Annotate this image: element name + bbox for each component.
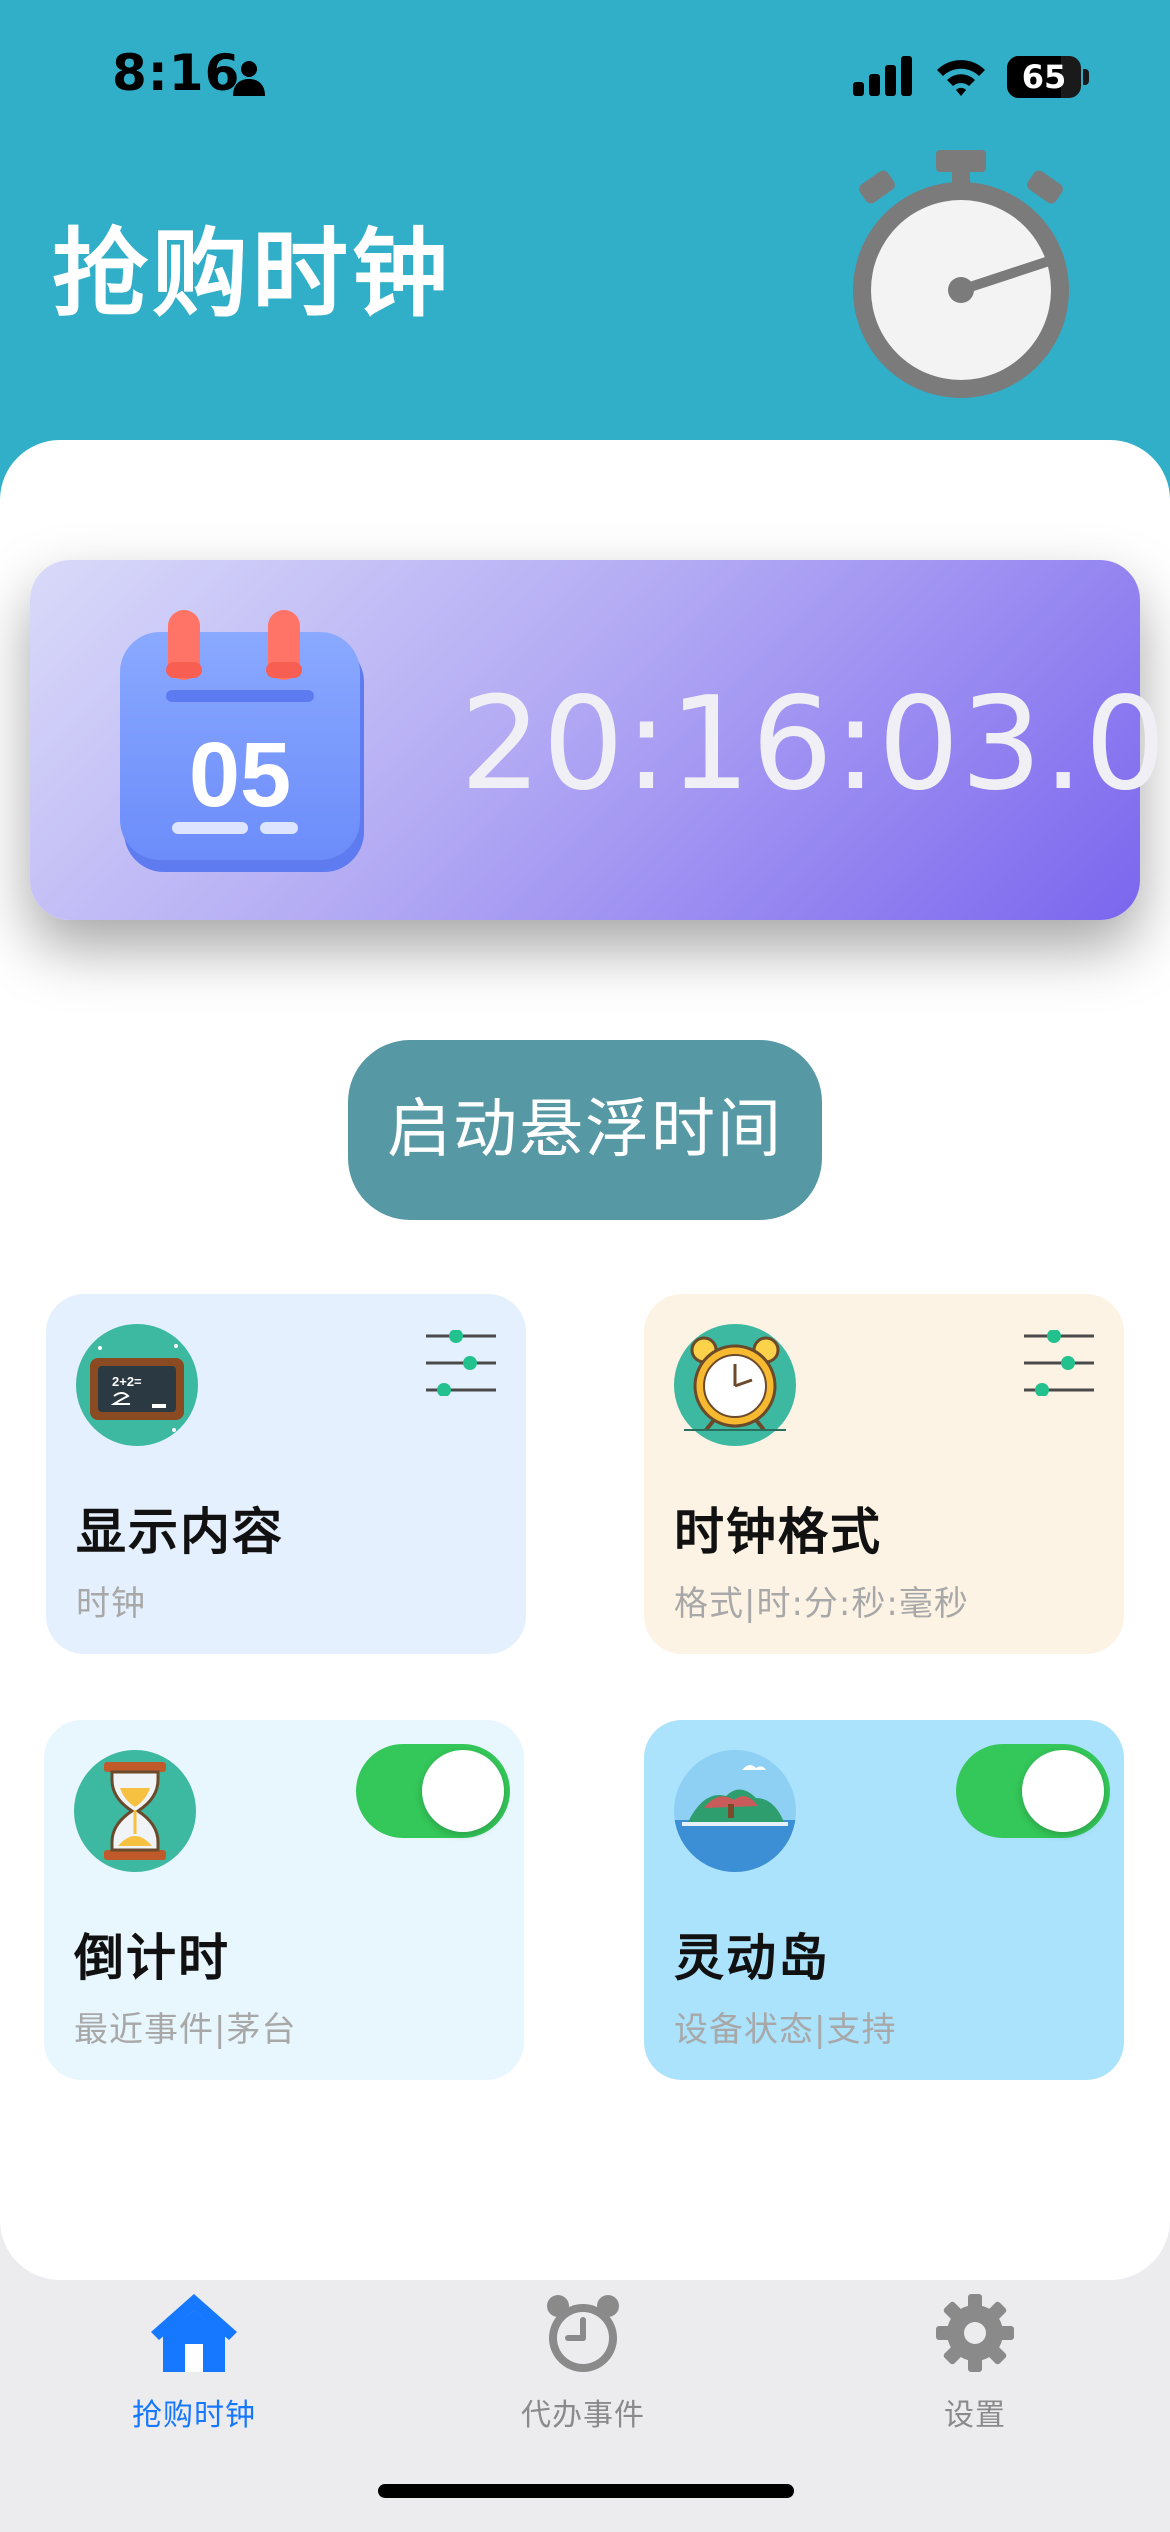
hourglass-icon: [74, 1750, 196, 1872]
home-icon: [151, 2294, 237, 2372]
tile-subtitle: 最近事件|茅台: [74, 2010, 297, 2050]
start-floating-time-button[interactable]: 启动悬浮时间: [348, 1040, 822, 1220]
gear-icon: [936, 2294, 1014, 2372]
status-time: 8:16: [112, 44, 241, 102]
tile-countdown[interactable]: 倒计时 最近事件|茅台: [44, 1720, 524, 2080]
tile-clock-format[interactable]: 时钟格式 格式|时:分:秒:毫秒: [644, 1294, 1124, 1654]
tile-title: 倒计时: [74, 1929, 230, 1987]
tab-label: 设置: [944, 2398, 1006, 2433]
header: 8:16 65 抢购时钟: [0, 0, 1170, 500]
svg-text:2+2=: 2+2=: [112, 1374, 142, 1389]
countdown-toggle[interactable]: [356, 1744, 510, 1838]
current-time-display: 20:16:03.0: [460, 670, 1167, 819]
tab-settings[interactable]: 设置: [855, 2290, 1095, 2450]
tile-title: 显示内容: [76, 1503, 284, 1561]
sliders-icon[interactable]: [1024, 1330, 1094, 1396]
calendar-day: 05: [189, 724, 291, 826]
tile-subtitle: 时钟: [76, 1584, 146, 1624]
tile-title: 灵动岛: [674, 1929, 830, 1987]
tile-subtitle: 设备状态|支持: [674, 2010, 897, 2050]
tab-snapup-clock[interactable]: 抢购时钟: [74, 2290, 314, 2450]
battery-indicator: 65: [1007, 56, 1089, 98]
time-banner: 05 20:16:03.0: [30, 560, 1166, 920]
wifi-icon: [937, 60, 985, 96]
blackboard-icon: 2+2=: [76, 1324, 198, 1446]
home-indicator: [378, 2484, 794, 2498]
tab-label: 抢购时钟: [132, 2398, 256, 2433]
page-title: 抢购时钟: [52, 218, 452, 330]
signal-icon: [853, 56, 912, 96]
stopwatch-icon: [853, 150, 1069, 398]
tile-display-content[interactable]: 2+2= 显示内容 时钟: [46, 1294, 526, 1654]
tab-todo-events[interactable]: 代办事件: [463, 2290, 703, 2450]
tab-label: 代办事件: [521, 2398, 645, 2433]
tile-dynamic-island[interactable]: 灵动岛 设备状态|支持: [644, 1720, 1124, 2080]
tile-subtitle: 格式|时:分:秒:毫秒: [674, 1584, 969, 1624]
app-screen: 8:16 65 抢购时钟 05 20:16:03.0 启动悬浮时间 2+2= 显…: [0, 0, 1170, 2532]
alarm-clock-icon: [674, 1324, 796, 1446]
dynamic-island-toggle[interactable]: [956, 1744, 1110, 1838]
toggle-knob: [422, 1750, 504, 1832]
island-icon: [674, 1750, 796, 1872]
toggle-knob: [1022, 1750, 1104, 1832]
person-icon: [233, 61, 265, 96]
alarm-icon: [547, 2295, 619, 2372]
calendar-icon: 05: [120, 610, 364, 872]
sliders-icon[interactable]: [426, 1330, 496, 1396]
tile-title: 时钟格式: [674, 1503, 882, 1561]
